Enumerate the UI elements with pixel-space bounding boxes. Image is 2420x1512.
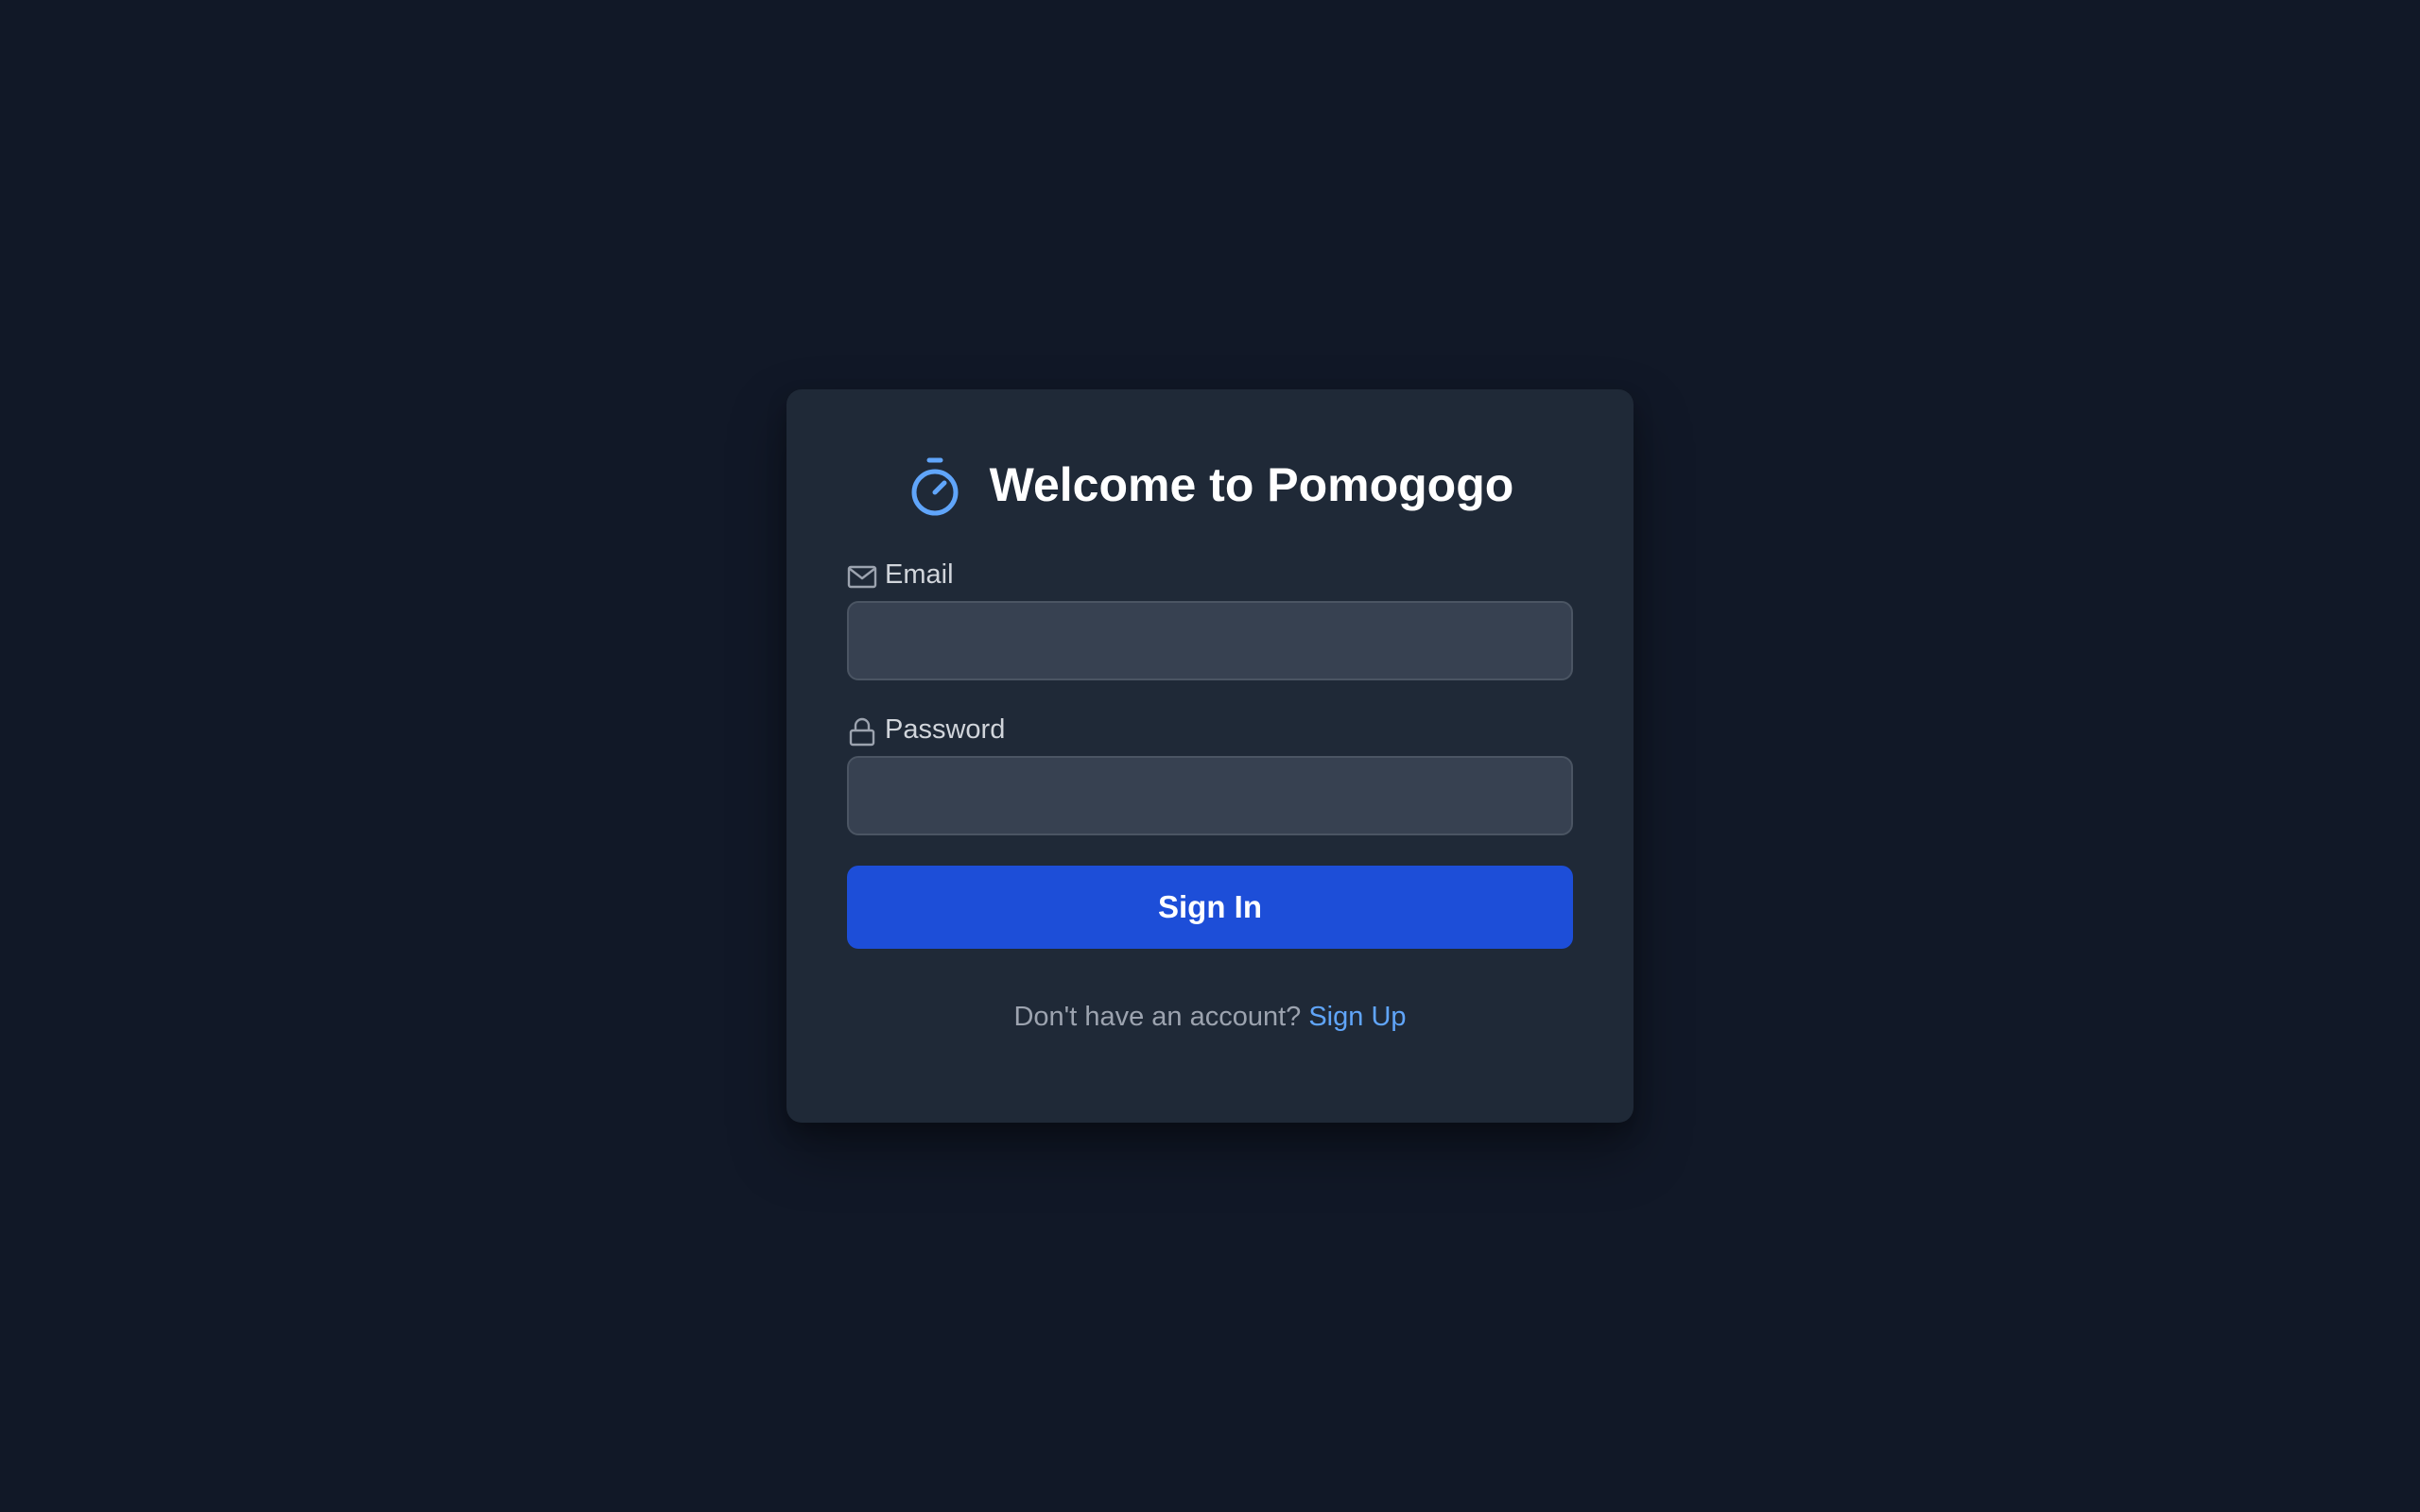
password-label-text: Password [885, 713, 1006, 745]
page-title: Welcome to Pomogogo [989, 458, 1514, 511]
mail-icon [847, 565, 877, 589]
sign-up-link[interactable]: Sign Up [1308, 1002, 1406, 1032]
login-card: Welcome to Pomogogo Email Password Sign … [786, 389, 1634, 1123]
email-label-text: Email [885, 558, 954, 590]
login-header: Welcome to Pomogogo [786, 448, 1634, 525]
password-field[interactable] [847, 756, 1573, 835]
lock-icon [849, 717, 875, 747]
stopwatch-icon [911, 457, 959, 516]
email-field[interactable] [847, 601, 1573, 680]
signup-prompt-text: Don't have an account? [1013, 1002, 1309, 1032]
password-label: Password [847, 711, 1005, 748]
sign-in-button[interactable]: Sign In [847, 866, 1573, 949]
signup-prompt: Don't have an account? Sign Up [786, 998, 1634, 1036]
email-label: Email [847, 556, 954, 593]
